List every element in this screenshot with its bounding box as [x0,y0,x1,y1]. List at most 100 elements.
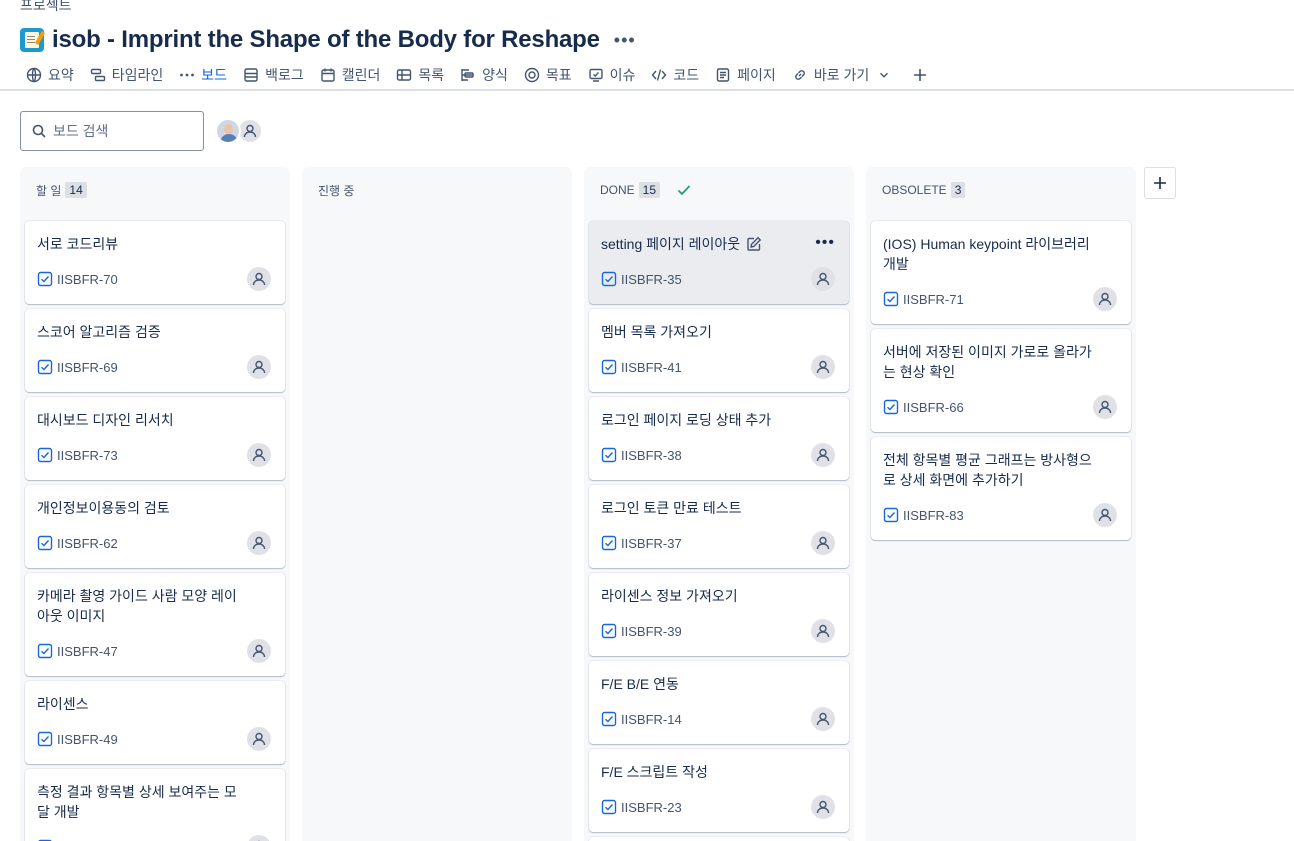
card-meta: IISBFR-70 [37,271,118,287]
assignee-avatar[interactable] [811,355,835,379]
add-column-button[interactable] [1144,167,1176,199]
issue-card[interactable]: 라이센스 IISBFR-49 [25,681,285,764]
issue-card[interactable]: F/E 스크립트 작성 IISBFR-23 [589,749,849,832]
issue-card[interactable]: 로그인 토큰 만료 테스트 IISBFR-37 [589,485,849,568]
issue-card[interactable]: 서로 코드리뷰 IISBFR-70 [25,221,285,304]
issue-card[interactable]: F/E B/E 연동 IISBFR-14 [589,661,849,744]
card-title: 라이센스 [37,696,89,712]
tab-board[interactable]: 보드 [173,62,233,91]
issue-card[interactable]: 측정 결과 항목별 상세 보여주는 모달 개발 [25,769,285,841]
assignee-avatar[interactable] [811,795,835,819]
avatar[interactable] [215,118,241,144]
assignee-avatar[interactable] [811,619,835,643]
tab-list[interactable]: 목록 [390,62,450,88]
assignee-avatar[interactable] [247,639,271,663]
issue-card[interactable]: 멤버 목록 가져오기 IISBFR-41 [589,309,849,392]
issue-key[interactable]: IISBFR-37 [621,536,682,551]
issue-key[interactable]: IISBFR-70 [57,272,118,287]
card-meta: IISBFR-35 [601,271,682,287]
issue-key[interactable]: IISBFR-73 [57,448,118,463]
issue-card[interactable]: (IOS) Human keypoint 라이브러리 개발 IISBFR-71 [871,221,1131,324]
assignee-avatar[interactable] [247,267,271,291]
assignee-avatar[interactable] [247,531,271,555]
assignee-avatar[interactable] [1093,395,1117,419]
assignee-avatar[interactable] [247,443,271,467]
user-icon [816,800,830,814]
issue-key[interactable]: IISBFR-66 [903,400,964,415]
tab-timeline[interactable]: 타임라인 [84,62,170,88]
more-actions-icon[interactable]: ••• [815,235,835,251]
add-tab-button[interactable] [907,62,933,88]
assignee-avatar[interactable] [811,707,835,731]
issue-card[interactable]: setting 페이지 레이아웃 ••• IISBFR-35 [589,221,849,304]
card-title: 멤버 목록 가져오기 [601,324,712,340]
issue-key[interactable]: IISBFR-39 [621,624,682,639]
issue-card[interactable]: 카메라 촬영 가이드 사람 모양 레이아웃 이미지 IISBFR-47 [25,573,285,676]
issue-key[interactable]: IISBFR-83 [903,508,964,523]
issue-key[interactable]: IISBFR-47 [57,644,118,659]
search-input[interactable] [53,123,193,139]
user-icon [1098,400,1112,414]
issue-key[interactable]: IISBFR-14 [621,712,682,727]
tab-backlog[interactable]: 백로그 [237,62,310,88]
issue-key[interactable]: IISBFR-62 [57,536,118,551]
tab-shortcuts[interactable]: 바로 가기 [786,62,897,88]
issue-key[interactable]: IISBFR-38 [621,448,682,463]
issue-key[interactable]: IISBFR-69 [57,360,118,375]
assignee-avatar[interactable] [811,531,835,555]
assignee-avatar[interactable] [247,727,271,751]
assignee-avatar[interactable] [811,443,835,467]
task-checkbox-icon [37,643,53,659]
plus-icon [1154,177,1166,189]
tab-summary[interactable]: 요약 [20,62,80,88]
tab-label: 목표 [545,67,572,83]
issue-key[interactable]: IISBFR-41 [621,360,682,375]
title-row: isob - Imprint the Shape of the Body for… [20,25,636,55]
tab-label: 캘린더 [341,67,381,83]
assignee-avatar[interactable] [1093,503,1117,527]
user-icon [816,360,830,374]
column-header: 할 일 14 [36,182,87,198]
tab-issues[interactable]: 이슈 [582,62,642,88]
card-meta: IISBFR-39 [601,623,682,639]
issue-key[interactable]: IISBFR-23 [621,800,682,815]
issue-card[interactable]: 대시보드 디자인 리서치 IISBFR-73 [25,397,285,480]
board-search[interactable] [20,111,204,151]
task-checkbox-icon [601,711,617,727]
card-title: 라이센스 정보 가져오기 [601,588,738,604]
issue-key[interactable]: IISBFR-71 [903,292,964,307]
column-name: 진행 중 [318,183,355,198]
tab-label: 요약 [48,67,74,83]
issue-card[interactable]: 서버에 저장된 이미지 가로로 올라가는 현상 확인 IISBFR-66 [871,329,1131,432]
column-count: 3 [950,182,966,198]
tab-form[interactable]: 양식 [454,62,514,88]
assignee-avatar[interactable] [247,355,271,379]
issue-card[interactable]: 개인정보이용동의 검토 IISBFR-62 [25,485,285,568]
breadcrumb[interactable]: 프로젝트 [20,0,72,15]
issue-card[interactable]: 로그인 페이지 로딩 상태 추가 IISBFR-38 [589,397,849,480]
issue-card[interactable]: 스코어 알고리즘 검증 IISBFR-69 [25,309,285,392]
task-checkbox-icon [601,623,617,639]
tab-label: 페이지 [737,67,776,83]
tab-calendar[interactable]: 캘린더 [314,62,387,88]
edit-icon[interactable] [746,236,762,252]
issue-card[interactable]: 전체 항목별 평균 그래프는 방사형으로 상세 화면에 추가하기 IISBFR-… [871,437,1131,540]
goal-icon [524,67,540,83]
more-actions-icon[interactable]: ••• [614,30,636,51]
issue-key[interactable]: IISBFR-49 [57,732,118,747]
issue-card[interactable] [589,837,849,841]
assignee-avatar[interactable] [1093,287,1117,311]
card-meta: IISBFR-71 [883,291,964,307]
user-icon [816,448,830,462]
tab-code[interactable]: 코드 [645,62,705,88]
assignee-avatar[interactable] [247,835,271,841]
project-avatar-icon[interactable] [20,28,46,52]
assignee-avatar[interactable] [811,267,835,291]
issue-key[interactable]: IISBFR-35 [621,272,682,287]
tab-pages[interactable]: 페이지 [709,62,782,88]
column-name: DONE [600,183,635,197]
card-title: F/E 스크립트 작성 [601,764,708,780]
issue-card[interactable]: 라이센스 정보 가져오기 IISBFR-39 [589,573,849,656]
user-icon [252,272,266,286]
tab-goals[interactable]: 목표 [518,62,578,88]
